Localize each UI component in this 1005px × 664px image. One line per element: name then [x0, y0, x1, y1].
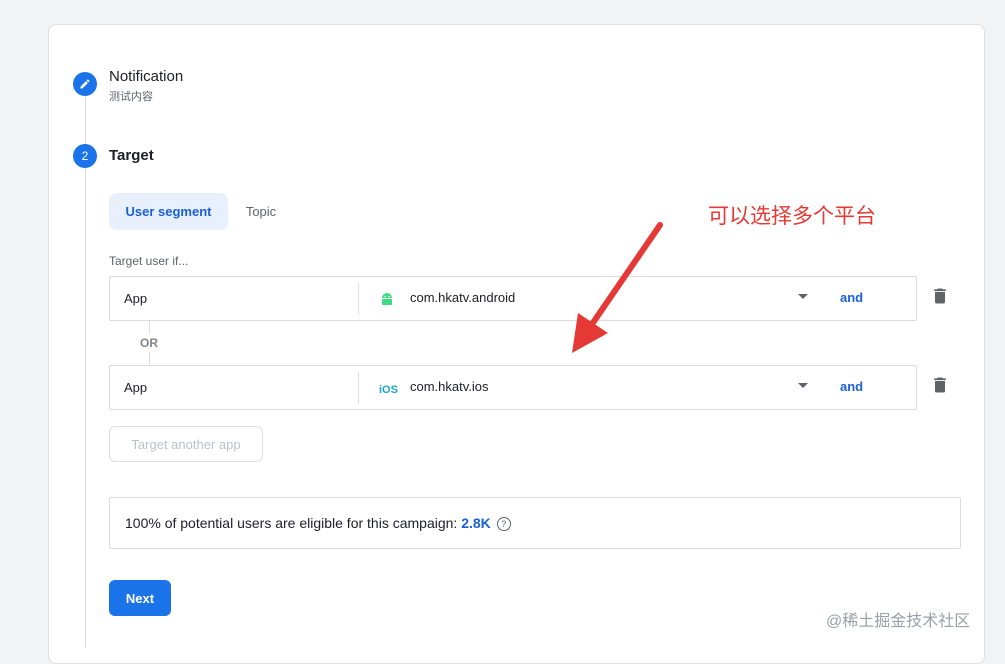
- step-connector: [85, 168, 86, 647]
- app-select-value[interactable]: com.hkatv.ios: [410, 379, 489, 394]
- condition-row: App com.hkatv.android and: [109, 276, 917, 321]
- android-icon: [382, 293, 392, 305]
- step-target-title: Target: [109, 147, 154, 164]
- field-select[interactable]: App: [124, 380, 147, 395]
- divider: [358, 283, 359, 315]
- step-number-badge: 2: [73, 144, 97, 168]
- or-connector: [149, 352, 150, 365]
- delete-icon[interactable]: [930, 375, 950, 395]
- eligibility-message: 100% of potential users are eligible for…: [125, 515, 462, 531]
- eligibility-text: 100% of potential users are eligible for…: [125, 515, 511, 531]
- help-icon[interactable]: ?: [496, 517, 511, 531]
- and-button[interactable]: and: [840, 379, 863, 394]
- condition-row: App iOS com.hkatv.ios and: [109, 365, 917, 410]
- and-button[interactable]: and: [840, 290, 863, 305]
- tab-topic[interactable]: Topic: [236, 193, 286, 230]
- app-select-value[interactable]: com.hkatv.android: [410, 290, 515, 305]
- eligibility-box: 100% of potential users are eligible for…: [109, 497, 961, 549]
- next-button[interactable]: Next: [109, 580, 171, 616]
- annotation-arrow-icon: [572, 222, 663, 353]
- field-select[interactable]: App: [124, 291, 147, 306]
- or-connector: [149, 321, 150, 334]
- ios-icon: iOS: [379, 384, 398, 396]
- step-notification-subtitle: 测试内容: [109, 91, 153, 103]
- chevron-down-icon[interactable]: [798, 383, 808, 388]
- tab-user-segment[interactable]: User segment: [109, 193, 228, 230]
- annotation-text: 可以选择多个平台: [708, 205, 876, 228]
- chevron-down-icon[interactable]: [798, 294, 808, 299]
- step-connector: [85, 96, 86, 143]
- eligible-count: 2.8K: [461, 515, 491, 531]
- step-notification-title[interactable]: Notification: [109, 68, 183, 85]
- delete-icon[interactable]: [930, 286, 950, 306]
- or-label: OR: [140, 336, 158, 350]
- campaign-card: [48, 24, 985, 664]
- target-another-app-button[interactable]: Target another app: [109, 426, 263, 462]
- step-edit-icon: [73, 72, 97, 96]
- svg-text:iOS: iOS: [379, 384, 398, 396]
- target-user-label: Target user if...: [109, 254, 189, 268]
- divider: [358, 372, 359, 404]
- watermark: @稀土掘金技术社区: [826, 613, 971, 630]
